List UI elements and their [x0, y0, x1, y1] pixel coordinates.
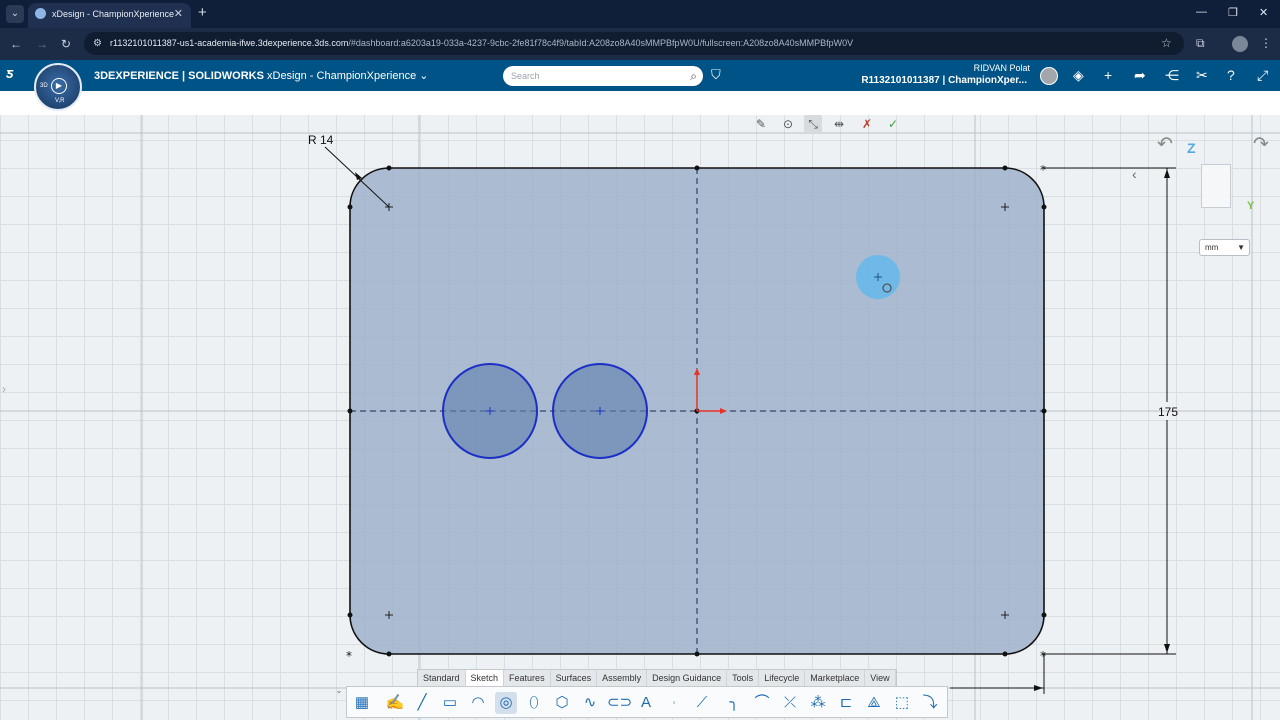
line-icon[interactable]: ╱ — [411, 692, 433, 714]
undo-icon[interactable]: ↶ — [1157, 133, 1173, 156]
pattern-icon[interactable]: ⁂ — [807, 692, 829, 714]
slot-icon[interactable]: ⊂⊃ — [607, 692, 632, 714]
mirror-icon[interactable]: ⟁ — [863, 692, 885, 714]
view-cube-face[interactable] — [1201, 164, 1231, 208]
text-icon[interactable]: A — [635, 692, 657, 714]
unit-value: mm — [1205, 243, 1219, 252]
play-icon[interactable]: ▶ — [51, 78, 67, 94]
convert-icon[interactable]: ⤵ — [919, 692, 941, 714]
chevron-left-icon[interactable]: ‹ — [1132, 166, 1137, 182]
tab-sketch[interactable]: Sketch — [465, 670, 505, 686]
chevron-down-icon[interactable]: ⌄ — [332, 686, 346, 698]
fillet-icon[interactable]: ╮ — [723, 692, 745, 714]
rectangle-icon[interactable]: ▭ — [439, 692, 461, 714]
tab-assembly[interactable]: Assembly — [597, 670, 648, 686]
svg-text:*: * — [1040, 649, 1046, 663]
view-cube[interactable] — [1193, 158, 1241, 212]
extend-icon[interactable]: ⤫ — [779, 692, 801, 714]
snap-icon[interactable]: ⊙ — [779, 115, 797, 133]
tab-features[interactable]: Features — [504, 670, 551, 686]
svg-text:*: * — [1040, 163, 1046, 177]
axis-y-label: Y — [1247, 200, 1255, 212]
tab-standard[interactable]: Standard — [418, 670, 466, 686]
circle-icon[interactable]: ◎ — [495, 692, 517, 714]
edit-sketch-icon[interactable]: ✎ — [752, 115, 770, 133]
polygon-icon[interactable]: ⬡ — [551, 692, 573, 714]
panel-expand-icon[interactable]: › — [2, 382, 6, 396]
exit-sketch-icon[interactable]: ✓ — [884, 115, 902, 133]
unit-select[interactable]: mm ▼ — [1199, 239, 1250, 256]
sketch-toolbar: ▦ ✍ ╱ ▭ ◠ ◎ ⬯ ⬡ ∿ ⊂⊃ A ◦ ⟋ ╮ ⌒ ⤫ ⁂ ⊏ ⟁ ⬚… — [346, 686, 948, 718]
offset-icon[interactable]: ⊏ — [835, 692, 857, 714]
dimension-icon[interactable]: ⇹ — [830, 115, 848, 133]
tab-surfaces[interactable]: Surfaces — [551, 670, 598, 686]
radius-dimension[interactable]: R 14 — [308, 133, 333, 147]
compass-widget[interactable]: 3D ▶ V,R — [34, 63, 82, 111]
ellipse-icon[interactable]: ⬯ — [523, 692, 545, 714]
axis-z-label: Z — [1187, 140, 1196, 156]
sketch-plane-icon[interactable]: ▦ — [351, 692, 373, 714]
box-icon[interactable]: ⬚ — [891, 692, 913, 714]
cancel-sketch-icon[interactable]: ✗ — [858, 115, 876, 133]
tab-design-guidance[interactable]: Design Guidance — [647, 670, 728, 686]
redo-icon[interactable]: ↷ — [1253, 133, 1269, 156]
sketch-geometry: * * * — [0, 115, 1280, 720]
auto-dimension-icon[interactable]: ⤡ — [804, 115, 822, 133]
compass-3d-label: 3D — [40, 83, 48, 89]
height-dimension[interactable]: 175 — [1158, 405, 1178, 419]
tangent-arc-icon[interactable]: ⌒ — [751, 692, 773, 714]
tab-lifecycle[interactable]: Lifecycle — [759, 670, 806, 686]
arc-icon[interactable]: ◠ — [467, 692, 489, 714]
tab-view[interactable]: View — [865, 670, 896, 686]
tab-marketplace[interactable]: Marketplace — [805, 670, 866, 686]
spline-icon[interactable]: ∿ — [579, 692, 601, 714]
point-icon[interactable]: ◦ — [663, 692, 685, 714]
caret-down-icon: ▼ — [1237, 243, 1245, 252]
svg-text:*: * — [346, 649, 352, 663]
sketch-pencil-icon[interactable]: ✍ — [384, 692, 406, 714]
tab-tools[interactable]: Tools — [727, 670, 760, 686]
compass-vr-label: V,R — [55, 98, 65, 104]
trim-icon[interactable]: ⟋ — [691, 692, 713, 714]
command-tabs: Standard Sketch Features Surfaces Assembly De… — [417, 669, 897, 686]
